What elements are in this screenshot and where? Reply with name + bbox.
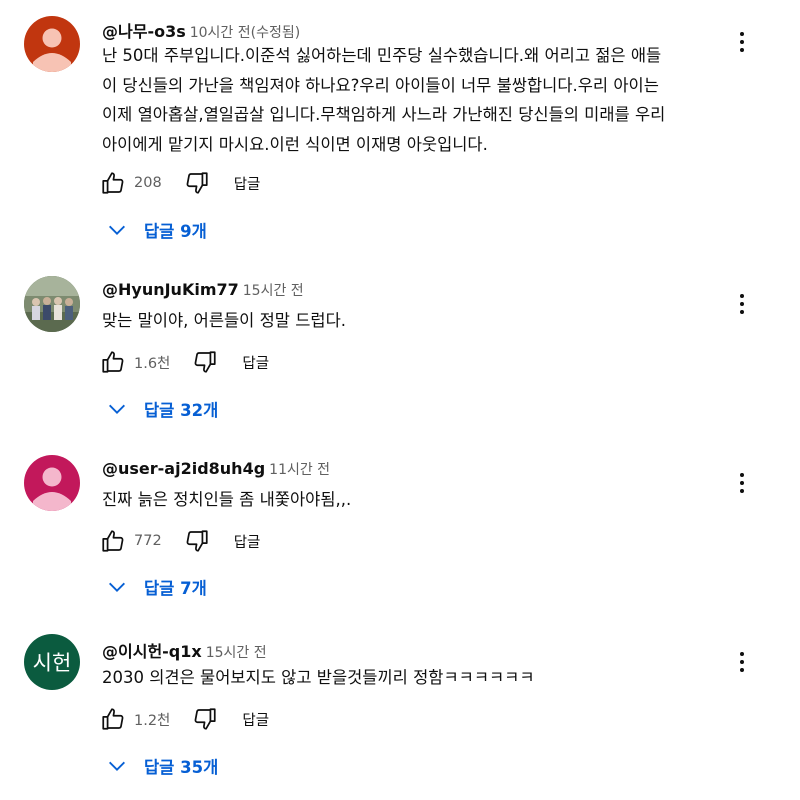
thumbs-down-icon [186, 530, 208, 552]
dislike-button[interactable] [192, 706, 218, 732]
replies-count-label: 답글 32개 [144, 401, 219, 420]
like-count: 208 [134, 175, 162, 191]
thumbs-down-icon [194, 708, 217, 730]
dislike-button[interactable] [192, 349, 218, 375]
more-actions-icon[interactable] [728, 28, 756, 56]
like-count: 1.6천 [134, 355, 171, 372]
comment-header: @나무-o3s 10시간 전(수정됨) [102, 18, 300, 42]
view-replies-button[interactable]: 답글 35개 [106, 752, 218, 780]
comment-text: 난 50대 주부입니다.이준석 싫어하는데 민주당 실수했습니다.왜 어리고 젊… [102, 46, 666, 154]
comment-header: @HyunJuKim77 15시간 전 [102, 280, 304, 300]
chevron-down-icon [109, 404, 125, 414]
avatar-initials: 시헌 [32, 651, 72, 675]
reply-button[interactable]: 답글 [234, 173, 261, 194]
timestamp[interactable]: 15시간 전 [206, 645, 267, 661]
comment-actions: 1.6천 답글 [100, 348, 269, 376]
like-count: 1.2천 [134, 712, 171, 729]
more-actions-icon[interactable] [728, 648, 756, 676]
comment-header: @user-aj2id8uh4g 11시간 전 [102, 459, 330, 479]
replies-count-label: 답글 9개 [144, 222, 207, 241]
more-actions-icon[interactable] [728, 290, 756, 318]
comment-text: 진짜 늙은 정치인들 좀 내쫓아야됨,,. [102, 490, 352, 509]
timestamp[interactable]: 15시간 전 [243, 283, 304, 299]
like-button[interactable] [100, 528, 126, 554]
thumbs-up-icon [102, 351, 124, 373]
author-handle[interactable]: @user-aj2id8uh4g [102, 459, 265, 478]
thumbs-down-icon [186, 172, 208, 194]
dislike-button[interactable] [184, 170, 210, 196]
comment-actions: 1.2천 답글 [100, 705, 269, 733]
view-replies-button[interactable]: 답글 9개 [106, 216, 207, 244]
comment-text: 2030 의견은 물어보지도 않고 받을것들끼리 정함ㅋㅋㅋㅋㅋㅋ [102, 668, 535, 687]
replies-count-label: 답글 7개 [144, 579, 207, 598]
timestamp[interactable]: 11시간 전 [269, 462, 330, 478]
avatar[interactable]: 시헌 [24, 634, 80, 690]
author-handle[interactable]: @HyunJuKim77 [102, 280, 239, 299]
more-actions-icon[interactable] [728, 469, 756, 497]
view-replies-button[interactable]: 답글 7개 [106, 573, 207, 601]
comment-header: @이시헌-q1x 15시간 전 [102, 638, 267, 662]
reply-button[interactable]: 답글 [234, 531, 261, 552]
author-handle[interactable]: @나무-o3s [102, 22, 186, 41]
author-handle[interactable]: @이시헌-q1x [102, 642, 202, 661]
avatar[interactable] [24, 455, 80, 511]
like-button[interactable] [100, 706, 126, 732]
reply-button[interactable]: 답글 [242, 352, 269, 373]
timestamp[interactable]: 10시간 전(수정됨) [190, 25, 300, 41]
like-count: 772 [134, 533, 162, 549]
view-replies-button[interactable]: 답글 32개 [106, 395, 218, 423]
comment-text: 맞는 말이야, 어른들이 정말 드럽다. [102, 311, 346, 330]
default-avatar-icon [33, 467, 71, 511]
avatar[interactable] [24, 276, 80, 332]
comment-actions: 208 답글 [100, 169, 260, 197]
thumbs-up-icon [102, 530, 124, 552]
like-button[interactable] [100, 349, 126, 375]
dislike-button[interactable] [184, 528, 210, 554]
chevron-down-icon [109, 225, 125, 235]
chevron-down-icon [109, 582, 125, 592]
chevron-down-icon [109, 761, 125, 771]
replies-count-label: 답글 35개 [144, 758, 219, 777]
like-button[interactable] [100, 170, 126, 196]
default-avatar-icon [33, 28, 71, 72]
group-photo-image [24, 276, 80, 332]
reply-button[interactable]: 답글 [242, 709, 269, 730]
thumbs-up-icon [102, 708, 124, 730]
comment-actions: 772 답글 [100, 527, 260, 555]
thumbs-down-icon [194, 351, 217, 373]
avatar[interactable] [24, 16, 80, 72]
thumbs-up-icon [102, 172, 124, 194]
